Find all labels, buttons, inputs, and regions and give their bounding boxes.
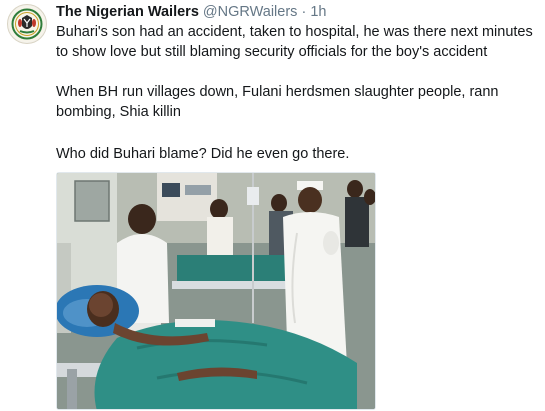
separator-dot: · <box>301 4 307 20</box>
tweet-paragraph-3: Who did Buhari blame? Did he even go the… <box>56 146 350 162</box>
tweet-header: The Nigerian Wailers @NGRWailers · 1h <box>56 3 326 21</box>
tweet-paragraph-2: When BH run villages down, Fulani herdsm… <box>56 84 499 120</box>
avatar[interactable] <box>7 4 47 44</box>
author-handle[interactable]: @NGRWailers <box>203 4 297 20</box>
hospital-ward-photo <box>57 173 375 409</box>
timestamp[interactable]: 1h <box>310 4 326 20</box>
nigerian-coat-of-arms-icon <box>9 6 45 42</box>
tweet[interactable]: The Nigerian Wailers @NGRWailers · 1h Bu… <box>0 0 545 411</box>
tweet-paragraph-1: Buhari's son had an accident, taken to h… <box>56 24 533 60</box>
author-name[interactable]: The Nigerian Wailers <box>56 4 199 20</box>
tweet-photo[interactable] <box>56 172 376 410</box>
